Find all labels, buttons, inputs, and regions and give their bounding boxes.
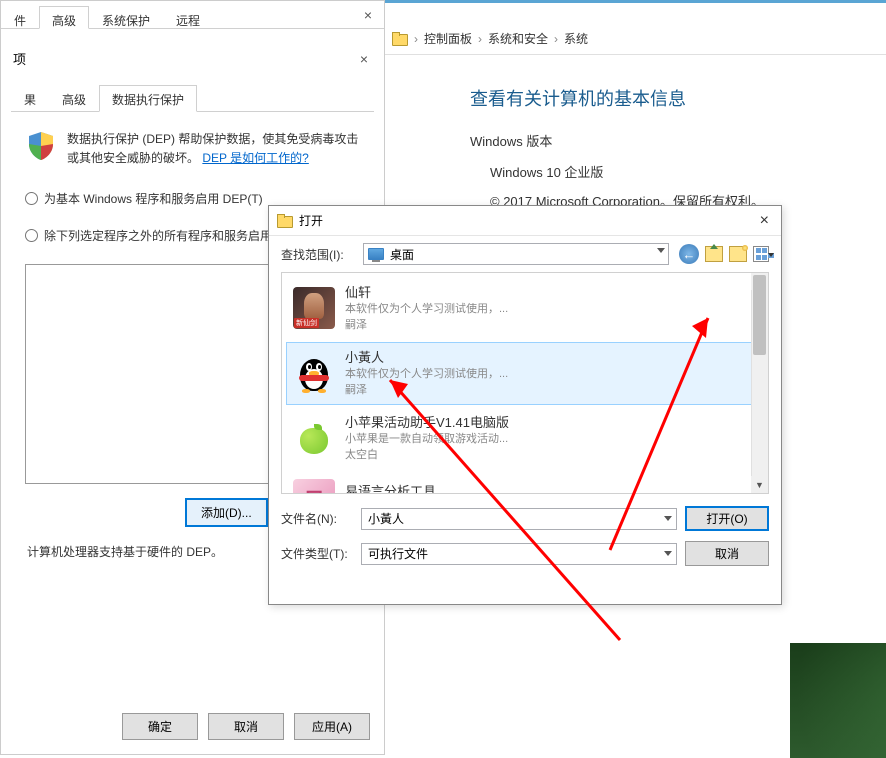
edition-label: Windows 版本: [470, 131, 856, 150]
dep-help-link[interactable]: DEP 是如何工作的?: [202, 151, 308, 165]
back-icon[interactable]: ←: [679, 244, 699, 264]
tab-visual-effects[interactable]: 果: [11, 85, 49, 112]
breadcrumb-system[interactable]: 系统: [564, 30, 588, 47]
desktop-icon: [368, 248, 384, 260]
app-icon-qq-penguin: [293, 352, 335, 394]
chevron-right-icon: ›: [478, 32, 482, 46]
edition-value: Windows 10 企业版: [470, 162, 856, 181]
close-icon[interactable]: ×: [358, 7, 378, 27]
folder-icon: [392, 32, 408, 46]
tab-hardware[interactable]: 件: [1, 6, 39, 29]
radio-label: 为基本 Windows 程序和服务启用 DEP(T): [44, 190, 263, 207]
list-item[interactable]: 新仙剑 仙轩 本软件仅为个人学习测试使用，... 嗣泽: [286, 277, 764, 340]
apply-button[interactable]: 应用(A): [294, 713, 370, 740]
file-name: 小苹果活动助手V1.41电脑版: [345, 414, 757, 432]
chevron-down-icon: [657, 248, 665, 253]
cancel-button[interactable]: 取消: [208, 713, 284, 740]
ok-button[interactable]: 确定: [122, 713, 198, 740]
file-desc: 本软件仅为个人学习测试使用，...: [345, 367, 757, 382]
view-mode-icon[interactable]: [753, 246, 769, 262]
tab-remote[interactable]: 远程: [163, 6, 213, 29]
tab-system-protection[interactable]: 系统保护: [89, 6, 163, 29]
close-icon[interactable]: ×: [756, 212, 773, 230]
new-folder-icon[interactable]: [729, 246, 747, 262]
file-author: 太空白: [345, 448, 757, 463]
filetype-combo[interactable]: 可执行文件: [361, 543, 677, 565]
filename-value: 小黃人: [368, 510, 404, 527]
breadcrumb-system-security[interactable]: 系统和安全: [488, 30, 548, 47]
folder-icon: [277, 214, 293, 228]
cancel-button[interactable]: 取消: [685, 541, 769, 566]
app-icon-apple: [293, 417, 335, 459]
page-title: 查看有关计算机的基本信息: [470, 85, 856, 111]
sysprops-tabs: 件 高级 系统保护 远程: [1, 1, 384, 29]
perf-tabs: 果 高级 数据执行保护: [11, 84, 374, 112]
chevron-right-icon: ›: [414, 32, 418, 46]
file-author: 嗣泽: [345, 318, 757, 333]
tab-advanced[interactable]: 高级: [39, 6, 89, 29]
scroll-thumb[interactable]: [753, 275, 766, 355]
perf-options-title: 项: [13, 49, 26, 68]
dialog-title: 打开: [299, 212, 323, 229]
dep-description: 数据执行保护 (DEP) 帮助保护数据，使其免受病毒攻击或其他安全威胁的破坏。 …: [67, 130, 360, 168]
filename-field[interactable]: 小黃人: [361, 508, 677, 530]
lookin-label: 查找范围(I):: [281, 246, 353, 263]
app-icon-xianxuan: 新仙剑: [293, 287, 335, 329]
radio-input[interactable]: [25, 229, 38, 242]
tab-advanced-perf[interactable]: 高级: [49, 85, 99, 112]
list-item[interactable]: 小苹果活动助手V1.41电脑版 小苹果是一款自动领取游戏活动... 太空白: [286, 407, 764, 470]
list-item[interactable]: 小黃人 本软件仅为个人学习测试使用，... 嗣泽: [286, 342, 764, 405]
file-name: 易语言分析工具: [345, 483, 757, 494]
scroll-down-icon[interactable]: ▼: [751, 476, 768, 493]
radio-input[interactable]: [25, 192, 38, 205]
filename-label: 文件名(N):: [281, 510, 353, 527]
tab-dep[interactable]: 数据执行保护: [99, 85, 197, 112]
lookin-combo[interactable]: 桌面: [363, 243, 669, 265]
breadcrumb-control-panel[interactable]: 控制面板: [424, 30, 472, 47]
file-name: 仙轩: [345, 284, 757, 302]
add-button[interactable]: 添加(D)...: [185, 498, 268, 527]
filetype-label: 文件类型(T):: [281, 545, 353, 562]
app-icon-eyuyan: 易: [293, 479, 335, 494]
lookin-value: 桌面: [390, 246, 414, 263]
file-open-dialog: 打开 × 查找范围(I): 桌面 ← 新仙剑 仙轩 本软件仅为个人学习测试使用，…: [268, 205, 782, 605]
file-desc: 本软件仅为个人学习测试使用，...: [345, 302, 757, 317]
desktop-wallpaper: .T·C 社区 www.tcsqw.com: [790, 643, 886, 758]
close-icon[interactable]: ×: [360, 51, 368, 67]
open-button[interactable]: 打开(O): [685, 506, 769, 531]
filetype-value: 可执行文件: [368, 545, 428, 562]
up-folder-icon[interactable]: [705, 246, 723, 262]
scrollbar[interactable]: ▲ ▼: [751, 273, 768, 493]
file-name: 小黃人: [345, 349, 757, 367]
list-item[interactable]: 易 易语言分析工具 EPRG: [286, 472, 764, 494]
file-desc: 小苹果是一款自动领取游戏活动...: [345, 432, 757, 447]
breadcrumb: › 控制面板 › 系统和安全 › 系统: [380, 23, 886, 55]
file-list[interactable]: 新仙剑 仙轩 本软件仅为个人学习测试使用，... 嗣泽 小黃人 本软件仅为个人学…: [281, 272, 769, 494]
chevron-right-icon: ›: [554, 32, 558, 46]
system-titlebar: 全\系统: [380, 3, 886, 23]
chevron-down-icon: [664, 516, 672, 521]
file-author: 嗣泽: [345, 383, 757, 398]
chevron-down-icon: [664, 551, 672, 556]
shield-icon: [25, 130, 57, 162]
